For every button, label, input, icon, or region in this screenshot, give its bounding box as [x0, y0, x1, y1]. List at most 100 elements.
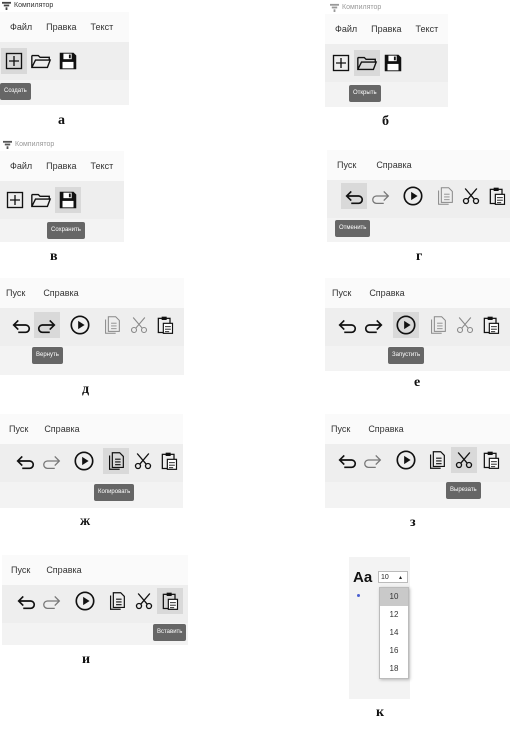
- undo-button[interactable]: [13, 588, 39, 614]
- save-button[interactable]: [55, 187, 81, 213]
- cut-button[interactable]: [451, 447, 477, 473]
- menu-run[interactable]: Пуск: [332, 288, 351, 298]
- menu-edit[interactable]: Правка: [371, 24, 401, 34]
- run-button[interactable]: [71, 448, 97, 474]
- menu-run[interactable]: Пуск: [11, 565, 30, 575]
- undo-button[interactable]: [12, 448, 38, 474]
- paste-button[interactable]: [478, 312, 504, 338]
- caption-z: з: [410, 515, 416, 530]
- menu-run[interactable]: Пуск: [9, 424, 28, 434]
- redo-button[interactable]: [361, 312, 387, 338]
- toolbar: [325, 44, 448, 82]
- menu-text[interactable]: Текст: [91, 22, 114, 32]
- panel-g: Пуск Справка Отменить: [327, 150, 510, 242]
- open-button[interactable]: [354, 50, 380, 76]
- undo-button[interactable]: [341, 183, 367, 209]
- toolbar: [0, 444, 183, 482]
- paste-button[interactable]: [156, 448, 182, 474]
- cut-button[interactable]: [452, 312, 478, 338]
- font-sample: Aa: [353, 569, 373, 586]
- new-button[interactable]: [328, 50, 354, 76]
- menu-bar: Файл Правка Текст: [0, 12, 129, 42]
- font-size-option[interactable]: 18: [380, 660, 408, 678]
- tooltip-copy: Копировать: [94, 484, 135, 501]
- open-button[interactable]: [28, 187, 54, 213]
- save-button[interactable]: [55, 48, 81, 74]
- font-size-option[interactable]: 14: [380, 624, 408, 642]
- paste-button[interactable]: [478, 447, 504, 473]
- new-button[interactable]: [1, 48, 27, 74]
- caption-a: а: [58, 113, 65, 128]
- font-size-select[interactable]: 10 ▴: [378, 571, 408, 583]
- clipboard-icon: [155, 315, 175, 335]
- window-title: Компилятор: [3, 140, 54, 149]
- menu-edit[interactable]: Правка: [46, 22, 76, 32]
- run-button[interactable]: [400, 183, 426, 209]
- font-size-option[interactable]: 10: [380, 588, 408, 606]
- menu-file[interactable]: Файл: [335, 24, 357, 34]
- copy-button[interactable]: [432, 183, 458, 209]
- menu-run[interactable]: Пуск: [337, 160, 356, 170]
- undo-button[interactable]: [334, 447, 360, 473]
- open-button[interactable]: [28, 48, 54, 74]
- menu-edit[interactable]: Правка: [46, 161, 76, 171]
- copy-button[interactable]: [104, 588, 130, 614]
- font-size-option[interactable]: 16: [380, 642, 408, 660]
- panel-e: Пуск Справка Запустить: [325, 278, 510, 371]
- cut-button[interactable]: [458, 183, 484, 209]
- toolbar: [0, 308, 184, 346]
- redo-icon: [363, 314, 385, 336]
- panel-d: Пуск Справка Вернуть: [0, 278, 184, 375]
- copy-button[interactable]: [103, 448, 129, 474]
- menu-help[interactable]: Справка: [43, 288, 78, 298]
- paste-button[interactable]: [157, 588, 183, 614]
- run-button[interactable]: [393, 447, 419, 473]
- tooltip-run: Запустить: [388, 347, 425, 364]
- menu-run[interactable]: Пуск: [331, 424, 350, 434]
- new-button[interactable]: [2, 187, 28, 213]
- redo-button[interactable]: [360, 447, 386, 473]
- copy-button[interactable]: [425, 312, 451, 338]
- copy-button[interactable]: [99, 312, 125, 338]
- tooltip-create: Создать: [0, 83, 31, 100]
- toolbar: [325, 444, 510, 482]
- redo-button[interactable]: [368, 183, 394, 209]
- redo-button[interactable]: [34, 312, 60, 338]
- menu-run[interactable]: Пуск: [6, 288, 25, 298]
- run-button[interactable]: [67, 312, 93, 338]
- paste-button[interactable]: [152, 312, 178, 338]
- save-button[interactable]: [380, 50, 406, 76]
- undo-button[interactable]: [334, 312, 360, 338]
- menu-help[interactable]: Справка: [376, 160, 411, 170]
- copy-icon: [426, 449, 448, 471]
- redo-button[interactable]: [39, 448, 65, 474]
- menu-help[interactable]: Справка: [369, 288, 404, 298]
- menu-file[interactable]: Файл: [10, 22, 32, 32]
- undo-icon: [15, 590, 37, 612]
- menu-bar: Файл Правка Текст: [0, 151, 124, 181]
- copy-icon: [427, 314, 449, 336]
- undo-button[interactable]: [8, 312, 34, 338]
- menu-file[interactable]: Файл: [10, 161, 32, 171]
- cut-button[interactable]: [130, 448, 156, 474]
- menu-help[interactable]: Справка: [44, 424, 79, 434]
- run-button[interactable]: [393, 312, 419, 338]
- menu-help[interactable]: Справка: [46, 565, 81, 575]
- copy-button[interactable]: [424, 447, 450, 473]
- new-file-icon: [5, 190, 25, 210]
- run-button[interactable]: [72, 588, 98, 614]
- caption-d: д: [82, 382, 90, 397]
- paste-button[interactable]: [484, 183, 510, 209]
- menu-text[interactable]: Текст: [91, 161, 114, 171]
- folder-open-icon: [356, 52, 378, 74]
- play-icon: [395, 314, 417, 336]
- cut-button[interactable]: [126, 312, 152, 338]
- panel-z: Пуск Справка Вырезать: [325, 414, 510, 508]
- redo-button[interactable]: [39, 588, 65, 614]
- menu-help[interactable]: Справка: [368, 424, 403, 434]
- font-size-option[interactable]: 12: [380, 606, 408, 624]
- tooltip-redo: Вернуть: [32, 347, 63, 364]
- tooltip-undo: Отменить: [335, 220, 371, 237]
- menu-text[interactable]: Текст: [416, 24, 439, 34]
- cut-button[interactable]: [131, 588, 157, 614]
